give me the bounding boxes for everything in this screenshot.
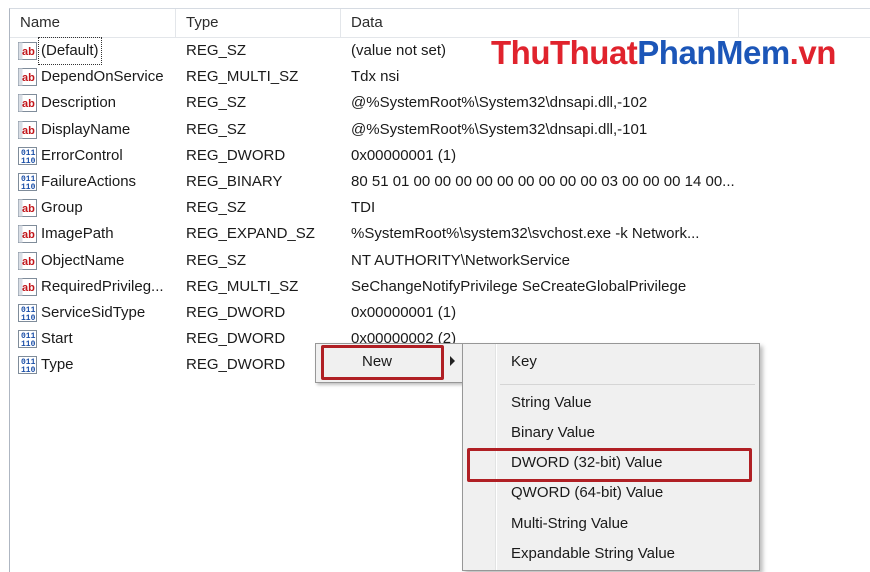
- value-data: SeChangeNotifyPrivilege SeCreateGlobalPr…: [351, 277, 687, 295]
- binary-value-icon: 011 110: [18, 330, 37, 349]
- table-row[interactable]: ab RequiredPrivileg... REG_MULTI_SZ SeChang…: [10, 274, 870, 300]
- svg-text:ab: ab: [22, 229, 35, 241]
- table-row[interactable]: ab Description REG_SZ @%SystemRoot%\System3…: [10, 90, 870, 116]
- submenu-item-string-value[interactable]: String Value: [511, 392, 592, 414]
- value-type: REG_MULTI_SZ: [186, 277, 299, 295]
- value-name: Type: [41, 356, 74, 374]
- value-name: Description: [41, 94, 117, 112]
- column-header-type[interactable]: Type: [176, 9, 341, 37]
- value-type: REG_BINARY: [186, 173, 283, 190]
- value-data: 0x00000001 (1): [351, 304, 457, 321]
- submenu-item-binary-value[interactable]: Binary Value: [511, 422, 595, 444]
- svg-text:110: 110: [21, 183, 36, 191]
- watermark-part-2: PhanMem: [637, 34, 790, 71]
- string-value-icon: ab: [18, 94, 37, 113]
- menu-item-new[interactable]: New: [362, 352, 392, 372]
- value-name: (Default): [38, 37, 102, 65]
- value-data: 80 51 01 00 00 00 00 00 00 00 00 00 03 0…: [351, 173, 735, 190]
- submenu-item-qword-value[interactable]: QWORD (64-bit) Value: [511, 482, 663, 504]
- submenu-arrow-icon: [450, 356, 455, 366]
- value-type: REG_SZ: [186, 42, 247, 59]
- value-type: REG_SZ: [186, 251, 247, 269]
- table-row[interactable]: 011 110 ServiceSidType REG_DWORD 0x00000001 …: [10, 300, 870, 326]
- value-type: REG_SZ: [186, 94, 247, 112]
- watermark-logo: ThuThuatPhanMem.vn: [491, 34, 836, 72]
- svg-text:ab: ab: [22, 282, 35, 294]
- value-data: @%SystemRoot%\System32\dnsapi.dll,-102: [351, 94, 648, 112]
- value-data: @%SystemRoot%\System32\dnsapi.dll,-101: [351, 120, 648, 138]
- svg-text:110: 110: [21, 157, 36, 165]
- value-name: Start: [41, 330, 73, 348]
- value-data: NT AUTHORITY\NetworkService: [351, 251, 570, 269]
- watermark-part-3: .vn: [789, 34, 837, 71]
- svg-text:110: 110: [21, 314, 36, 322]
- binary-value-icon: 011 110: [18, 356, 37, 375]
- binary-value-icon: 011 110: [18, 173, 37, 192]
- value-name: DependOnService: [41, 68, 164, 86]
- column-header-name-label: Name: [20, 14, 61, 31]
- string-value-icon: ab: [18, 120, 37, 139]
- value-name: ObjectName: [41, 251, 125, 269]
- value-name: DisplayName: [41, 120, 131, 138]
- value-type: REG_DWORD: [186, 356, 286, 374]
- value-name: RequiredPrivileg...: [41, 277, 164, 295]
- column-header-name[interactable]: Name: [10, 9, 176, 37]
- submenu-separator: [500, 384, 755, 385]
- watermark-part-1: ThuThuat: [491, 34, 638, 71]
- string-value-icon: ab: [18, 277, 37, 296]
- value-name: FailureActions: [41, 173, 137, 190]
- svg-text:110: 110: [21, 366, 36, 374]
- table-row[interactable]: ab DisplayName REG_SZ @%SystemRoot%\System3…: [10, 117, 870, 143]
- column-header-type-label: Type: [186, 14, 219, 31]
- value-name: ServiceSidType: [41, 304, 146, 321]
- value-data: %SystemRoot%\system32\svchost.exe -k Net…: [351, 225, 700, 243]
- svg-text:ab: ab: [22, 256, 35, 268]
- menu-item-new-label: New: [362, 353, 393, 370]
- table-row[interactable]: 011 110 FailureActions REG_BINARY 80 51 01 0…: [10, 169, 870, 195]
- table-row[interactable]: ab ObjectName REG_SZ NT AUTHORITY\NetworkSe…: [10, 248, 870, 274]
- submenu-item-expandable-string-value[interactable]: Expandable String Value: [511, 543, 675, 565]
- value-type: REG_DWORD: [186, 146, 286, 164]
- table-row[interactable]: ab ImagePath REG_EXPAND_SZ %SystemRoot%\sys…: [10, 221, 870, 247]
- value-name: Group: [41, 199, 83, 217]
- value-type: REG_DWORD: [186, 330, 286, 348]
- binary-value-icon: 011 110: [18, 146, 37, 166]
- string-value-icon: ab: [18, 42, 37, 60]
- value-type: REG_EXPAND_SZ: [186, 225, 315, 243]
- string-value-icon: ab: [18, 199, 37, 218]
- string-value-icon: ab: [18, 251, 37, 270]
- svg-text:110: 110: [21, 340, 36, 348]
- string-value-icon: ab: [18, 225, 37, 244]
- value-type: REG_MULTI_SZ: [186, 68, 299, 86]
- value-type: REG_DWORD: [186, 304, 286, 321]
- svg-text:ab: ab: [22, 46, 35, 58]
- value-name: ErrorControl: [41, 146, 123, 164]
- value-data: TDI: [351, 199, 376, 217]
- table-row[interactable]: ab Group REG_SZ TDI: [10, 195, 870, 221]
- column-header-data[interactable]: Data: [341, 9, 739, 37]
- value-name: ImagePath: [41, 225, 114, 243]
- svg-text:ab: ab: [22, 72, 35, 84]
- binary-value-icon: 011 110: [18, 304, 37, 323]
- value-type: REG_SZ: [186, 120, 247, 138]
- submenu-item-multi-string-value[interactable]: Multi-String Value: [511, 513, 628, 535]
- submenu-item-key[interactable]: Key: [511, 351, 537, 373]
- value-data: 0x00000001 (1): [351, 146, 457, 164]
- svg-text:ab: ab: [22, 203, 35, 215]
- value-type: REG_SZ: [186, 199, 247, 217]
- table-row[interactable]: 011 110 ErrorControl REG_DWORD 0x00000001 (1…: [10, 143, 870, 169]
- column-header-data-label: Data: [351, 14, 383, 31]
- string-value-icon: ab: [18, 68, 37, 87]
- dword-item-highlight: [467, 448, 752, 482]
- svg-text:ab: ab: [22, 98, 35, 110]
- svg-text:ab: ab: [22, 125, 35, 137]
